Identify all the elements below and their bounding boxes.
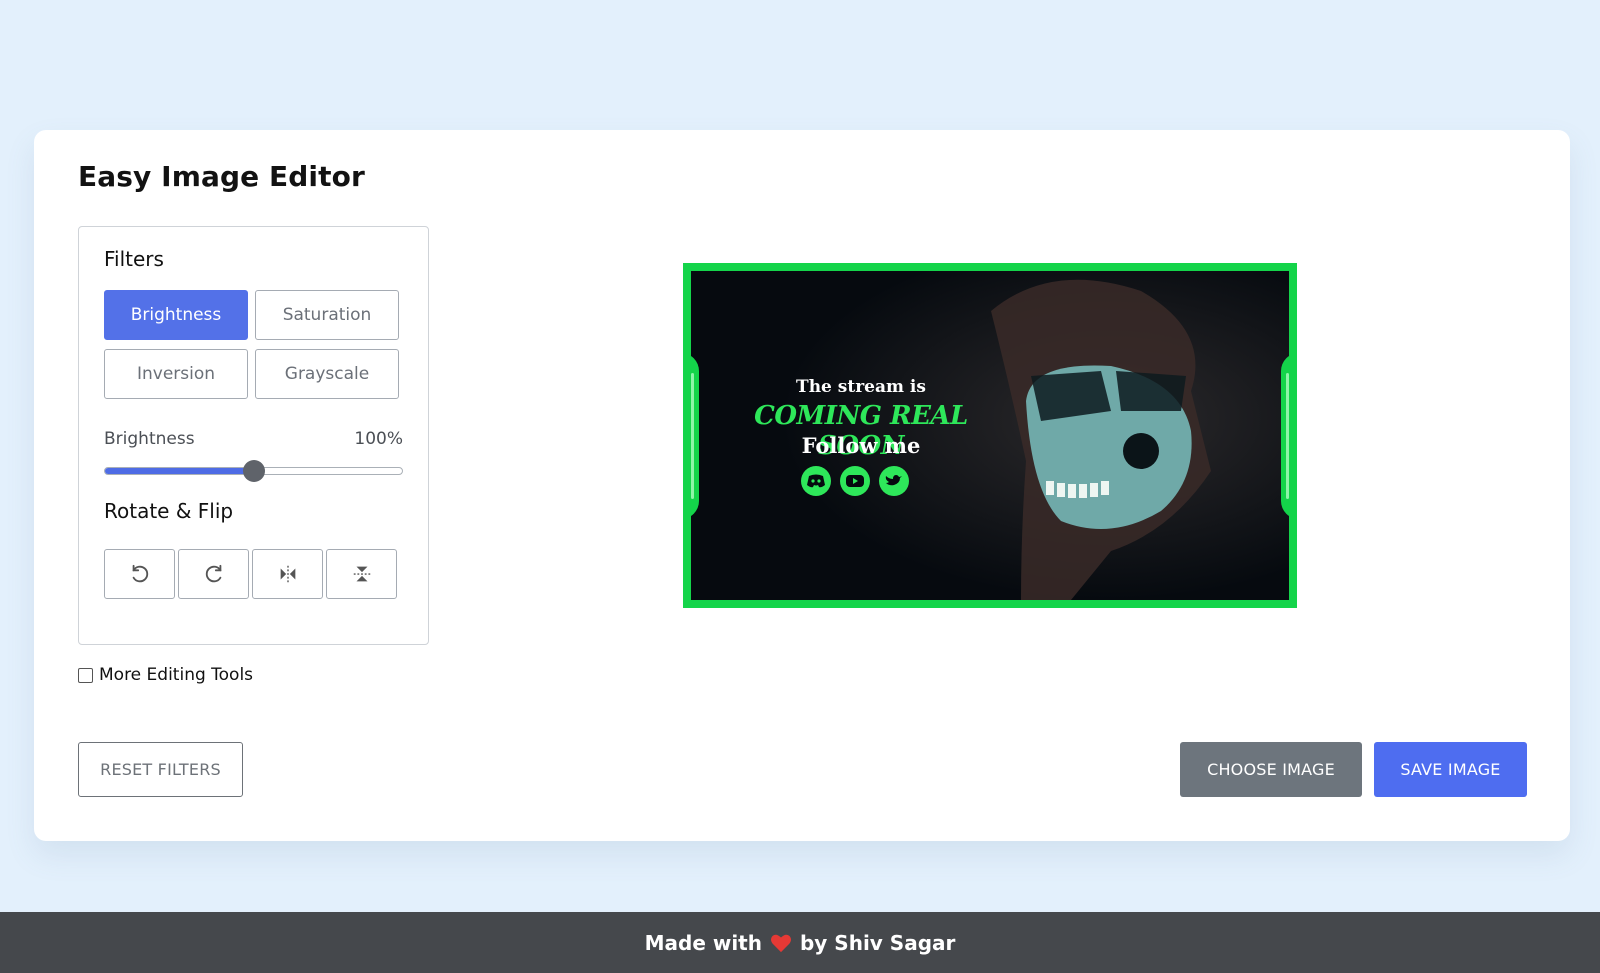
slider-fill bbox=[105, 468, 254, 474]
slider-name: Brightness bbox=[104, 429, 195, 449]
flip-vertical-icon bbox=[353, 566, 370, 582]
twitter-icon bbox=[879, 466, 909, 496]
filter-grayscale-button[interactable]: Grayscale bbox=[255, 349, 399, 399]
heart-icon bbox=[770, 934, 791, 952]
footer-suffix: by Shiv Sagar bbox=[799, 930, 956, 955]
preview-social-icons bbox=[801, 466, 909, 496]
more-editing-tools-toggle[interactable]: More Editing Tools bbox=[78, 665, 253, 685]
filter-inversion-button[interactable]: Inversion bbox=[104, 349, 248, 399]
preview-notch-left bbox=[691, 353, 699, 519]
page-title: Easy Image Editor bbox=[78, 160, 365, 193]
brightness-slider[interactable] bbox=[104, 460, 403, 482]
preview-line-3: Follow me bbox=[801, 433, 921, 458]
choose-image-button[interactable]: CHOOSE IMAGE bbox=[1180, 742, 1362, 797]
footer: Made with by Shiv Sagar bbox=[0, 912, 1600, 973]
slider-thumb[interactable] bbox=[242, 460, 265, 482]
youtube-icon bbox=[840, 466, 870, 496]
more-tools-label: More Editing Tools bbox=[99, 665, 254, 685]
rotate-left-icon bbox=[132, 564, 148, 583]
rotate-left-button[interactable] bbox=[104, 549, 175, 599]
rotate-flip-heading: Rotate & Flip bbox=[104, 499, 234, 523]
save-image-button[interactable]: SAVE IMAGE bbox=[1374, 742, 1527, 797]
rotate-right-button[interactable] bbox=[178, 549, 249, 599]
image-preview: The stream is COMING REAL SOON Follow me bbox=[683, 263, 1297, 608]
editor-card: Easy Image Editor Filters Brightness Sat… bbox=[34, 130, 1570, 841]
flip-horizontal-button[interactable] bbox=[252, 549, 323, 599]
footer-prefix: Made with bbox=[644, 930, 762, 955]
filter-saturation-button[interactable]: Saturation bbox=[255, 290, 399, 340]
slider-value: 100% bbox=[354, 429, 403, 449]
preview-line-1: The stream is bbox=[796, 377, 926, 397]
rotate-right-icon bbox=[205, 564, 221, 583]
preview-canvas: The stream is COMING REAL SOON Follow me bbox=[691, 271, 1289, 600]
preview-notch-right bbox=[1281, 353, 1289, 519]
reset-filters-button[interactable]: RESET FILTERS bbox=[78, 742, 243, 797]
slider-info: Brightness 100% bbox=[104, 429, 403, 449]
more-tools-checkbox[interactable] bbox=[78, 667, 93, 683]
filter-brightness-button[interactable]: Brightness bbox=[104, 290, 248, 340]
filters-heading: Filters bbox=[104, 247, 164, 271]
editor-panel: Filters Brightness Saturation Inversion … bbox=[78, 226, 429, 645]
flip-horizontal-icon bbox=[280, 565, 295, 583]
flip-vertical-button[interactable] bbox=[326, 549, 397, 599]
discord-icon bbox=[801, 466, 831, 496]
